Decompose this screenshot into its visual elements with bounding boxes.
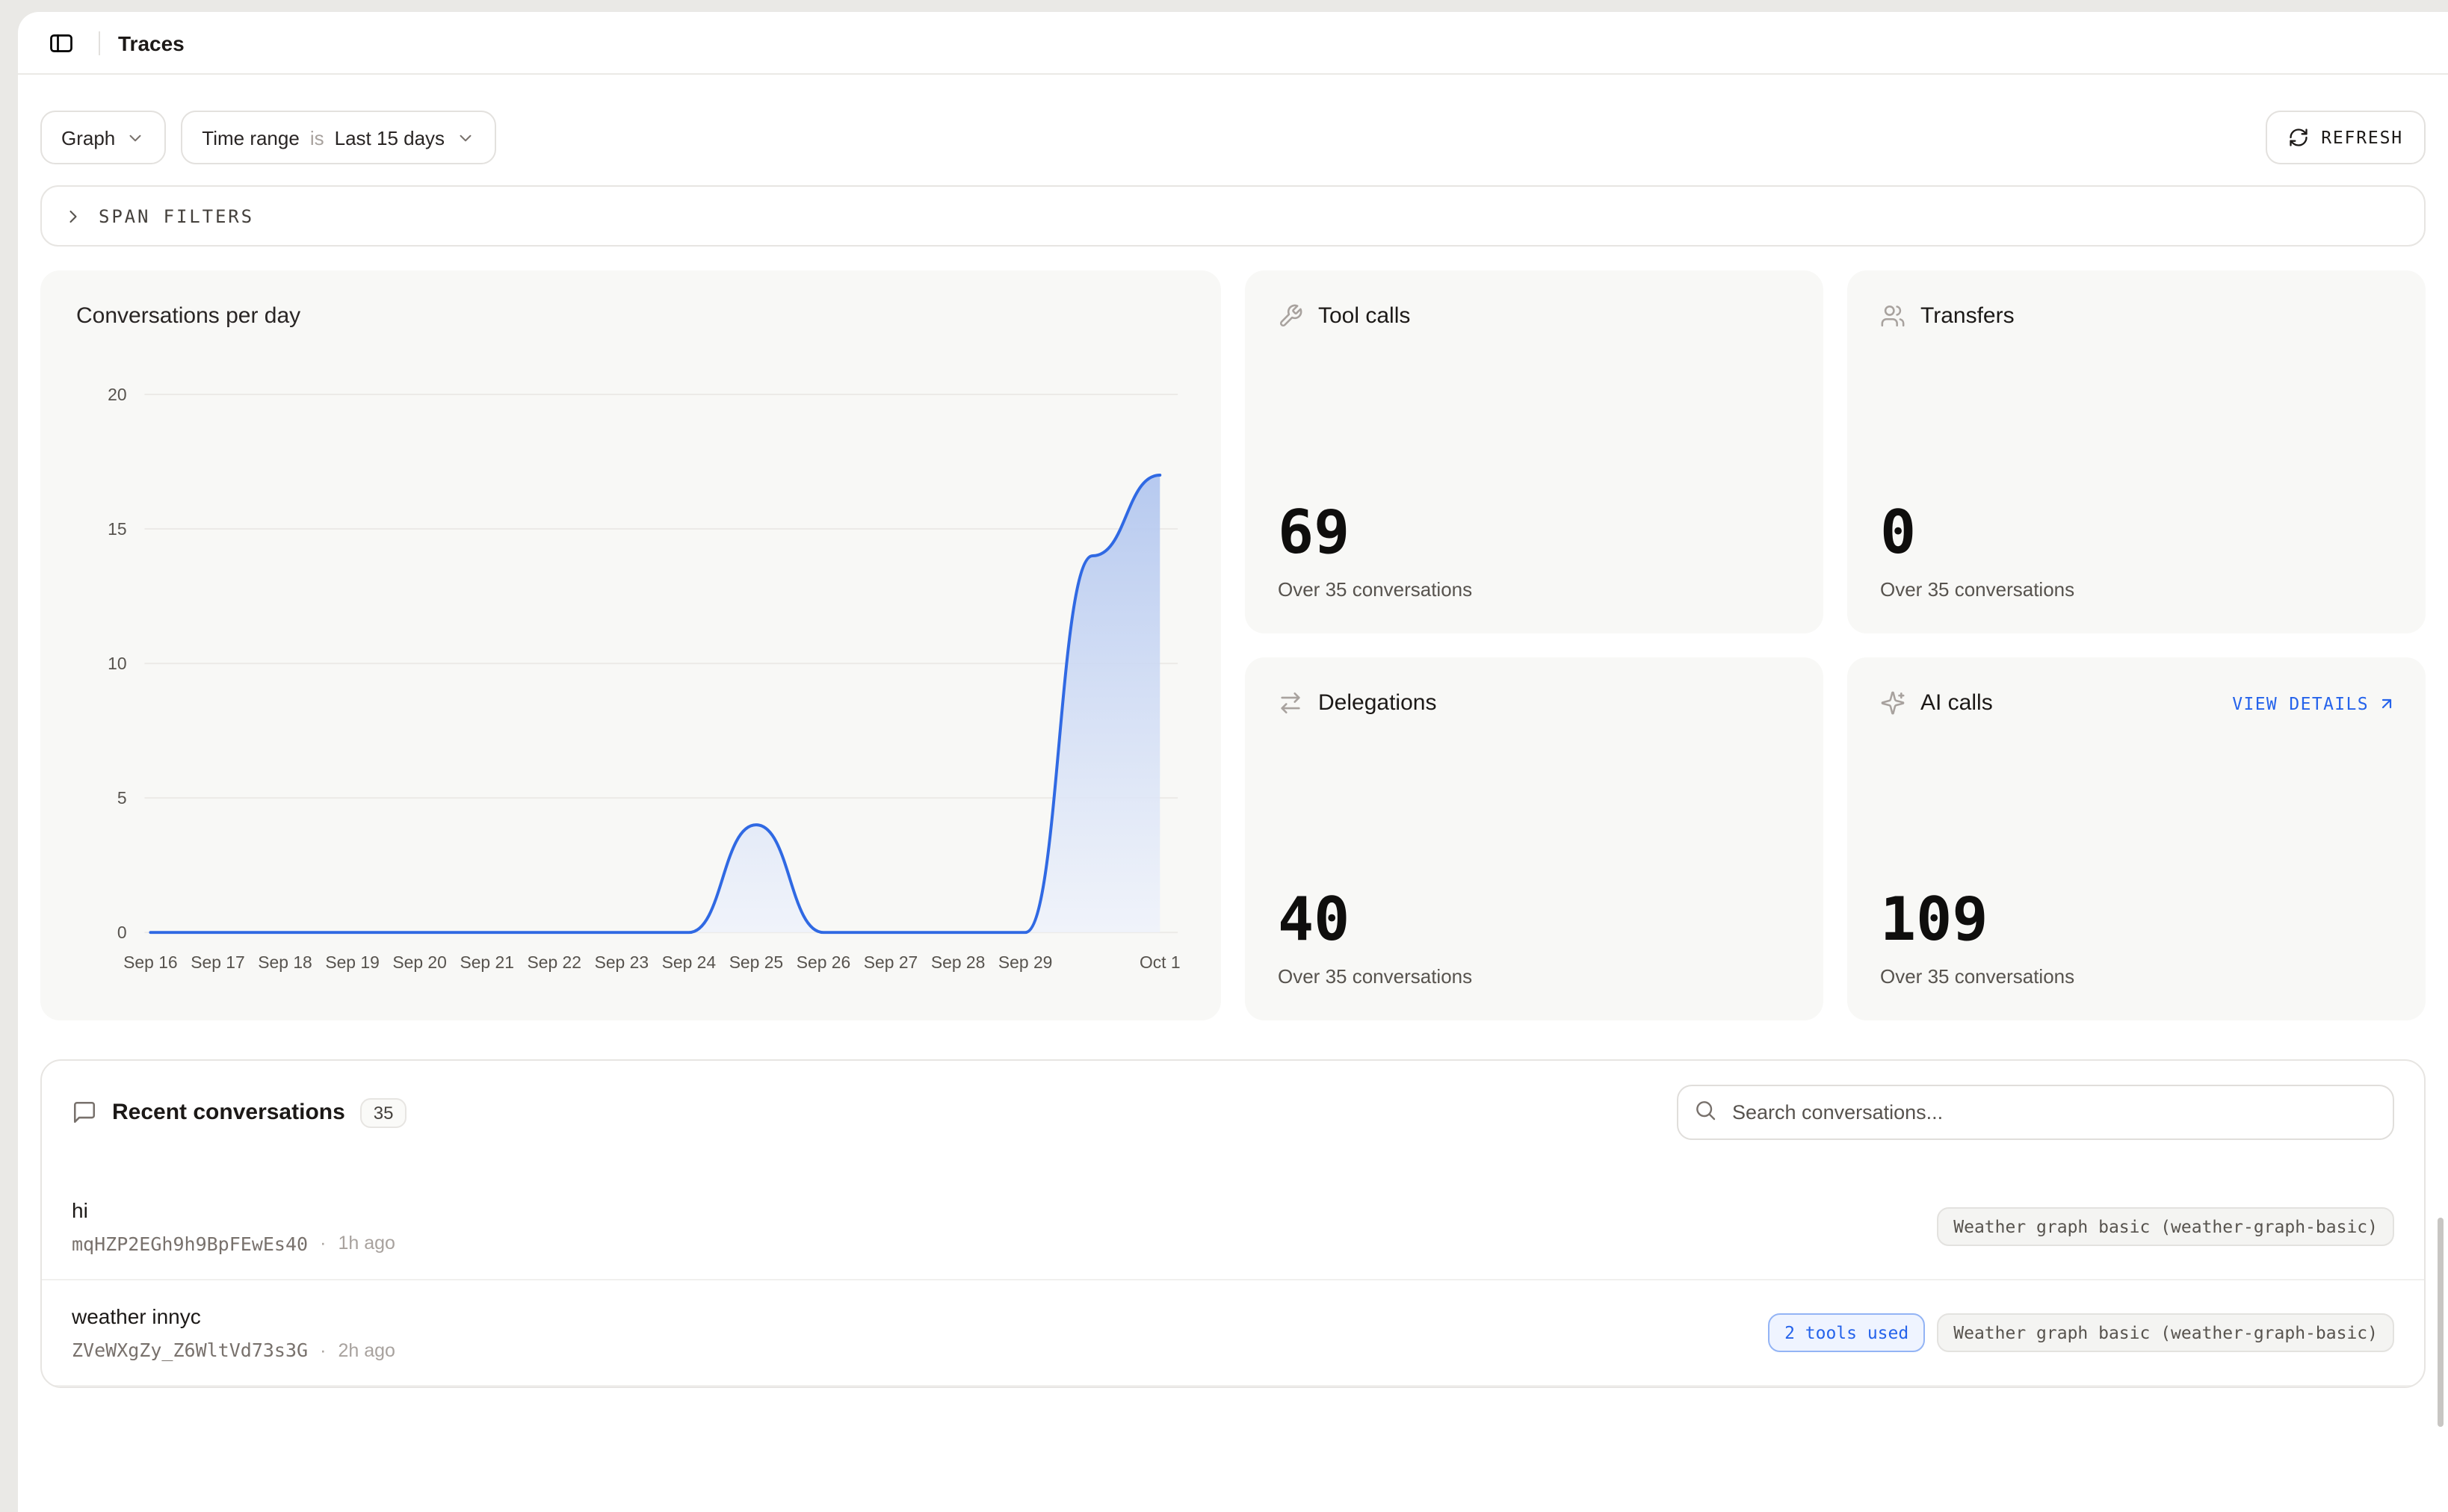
time-range-operator: is — [310, 126, 324, 149]
stat-card-delegations: Delegations 40 Over 35 conversations — [1245, 657, 1823, 1020]
conversations-chart-card: Conversations per day 0 5 10 15 20 Sep 16 Sep … — [40, 270, 1221, 1020]
time-range-label: Time range — [202, 126, 300, 149]
conversation-time: 2h ago — [338, 1339, 395, 1360]
dashboard-grid: Conversations per day 0 5 10 15 20 Sep 16 Sep … — [40, 270, 2426, 1020]
meta-separator: · — [320, 1339, 326, 1360]
svg-text:Sep 22: Sep 22 — [528, 952, 581, 972]
conversation-id: ZVeWXgZy_Z6WltVd73s3G — [72, 1339, 308, 1361]
span-filters-toggle[interactable]: SPAN FILTERS — [40, 185, 2426, 247]
svg-text:Sep 18: Sep 18 — [258, 952, 312, 972]
users-icon — [1880, 303, 1905, 329]
arrow-up-right-icon — [2378, 694, 2396, 712]
conversation-row[interactable]: weather innyc ZVeWXgZy_Z6WltVd73s3G · 2h ag… — [42, 1279, 2424, 1385]
agent-badge: Weather graph basic (weather-graph-basic… — [1937, 1313, 2394, 1352]
filter-row: Graph Time range is Last 15 days REFRESH — [18, 75, 2448, 164]
stat-title: AI calls — [1920, 690, 2217, 716]
stat-title: Tool calls — [1318, 303, 1793, 329]
conversation-time: 1h ago — [338, 1233, 395, 1254]
svg-text:5: 5 — [117, 788, 127, 808]
conversations-chart-svg: 0 5 10 15 20 Sep 16 Sep 17 Sep 18 Sep 19 Sep 20 Se… — [67, 344, 1197, 1008]
stat-subtitle: Over 35 conversations — [1880, 578, 2396, 601]
stat-card-transfers: Transfers 0 Over 35 conversations — [1847, 270, 2426, 633]
refresh-icon — [2288, 127, 2309, 148]
svg-text:Sep 28: Sep 28 — [931, 952, 985, 972]
stat-subtitle: Over 35 conversations — [1880, 965, 2396, 988]
conversation-list: hi mqHZP2EGh9h9BpFEwEs40 · 1h ago Weather gr… — [42, 1173, 2424, 1386]
sparkles-icon — [1880, 690, 1905, 716]
stat-subtitle: Over 35 conversations — [1278, 965, 1793, 988]
svg-text:15: 15 — [108, 519, 126, 539]
wrench-icon — [1278, 303, 1303, 329]
time-range-value: Last 15 days — [335, 126, 445, 149]
conversation-title: hi — [72, 1197, 395, 1221]
chevron-down-icon — [126, 128, 145, 147]
svg-text:Sep 29: Sep 29 — [998, 952, 1052, 972]
stat-value: 109 — [1880, 890, 2396, 950]
stat-grid: Tool calls 69 Over 35 conversations Tran… — [1245, 270, 2426, 1020]
swap-arrows-icon — [1278, 690, 1303, 716]
chat-bubble-icon — [72, 1100, 97, 1125]
view-details-label: VIEW DETAILS — [2232, 693, 2369, 713]
stat-value: 69 — [1278, 504, 1793, 563]
conversation-id: mqHZP2EGh9h9BpFEwEs40 — [72, 1232, 308, 1254]
time-range-filter-button[interactable]: Time range is Last 15 days — [181, 111, 495, 164]
svg-text:10: 10 — [108, 654, 126, 673]
conversation-title: weather innyc — [72, 1304, 395, 1328]
span-filters-label: SPAN FILTERS — [99, 205, 254, 226]
stat-subtitle: Over 35 conversations — [1278, 578, 1793, 601]
conversation-row[interactable]: hi mqHZP2EGh9h9BpFEwEs40 · 1h ago Weather gr… — [42, 1173, 2424, 1279]
panel-left-icon — [48, 29, 75, 56]
agent-badge: Weather graph basic (weather-graph-basic… — [1937, 1206, 2394, 1245]
stat-card-ai-calls: AI calls VIEW DETAILS 109 Over 35 conver… — [1847, 657, 2426, 1020]
svg-text:Sep 16: Sep 16 — [123, 952, 177, 972]
conversation-count-badge: 35 — [360, 1097, 407, 1127]
meta-separator: · — [320, 1233, 326, 1254]
search-conversations-input[interactable] — [1677, 1085, 2394, 1140]
search-icon — [1693, 1098, 1717, 1130]
app-panel: Traces Graph Time range is Last 15 days … — [18, 12, 2448, 1512]
stat-card-tool-calls: Tool calls 69 Over 35 conversations — [1245, 270, 1823, 633]
chevron-down-icon — [455, 128, 475, 147]
page-title: Traces — [118, 31, 185, 55]
svg-text:Sep 25: Sep 25 — [729, 952, 783, 972]
tools-used-badge: 2 tools used — [1768, 1313, 1925, 1352]
svg-text:Sep 24: Sep 24 — [662, 952, 717, 972]
graph-dropdown-label: Graph — [61, 126, 115, 149]
stat-value: 0 — [1880, 504, 2396, 563]
stat-value: 40 — [1278, 890, 1793, 950]
sidebar-toggle-button[interactable] — [42, 23, 81, 62]
chart-title: Conversations per day — [76, 303, 1197, 329]
stat-title: Delegations — [1318, 690, 1793, 716]
recent-conversations-card: Recent conversations 35 hi mqHZP2EGh9h9Bp… — [40, 1059, 2426, 1388]
header-divider — [99, 31, 100, 55]
recent-conversations-header: Recent conversations 35 — [42, 1061, 2424, 1173]
graph-dropdown-button[interactable]: Graph — [40, 111, 166, 164]
svg-text:Sep 17: Sep 17 — [191, 952, 244, 972]
recent-conversations-title: Recent conversations — [112, 1100, 345, 1125]
conversations-chart: 0 5 10 15 20 Sep 16 Sep 17 Sep 18 Sep 19 Sep 20 Se… — [67, 344, 1197, 1008]
svg-text:Sep 23: Sep 23 — [595, 952, 649, 972]
svg-text:Sep 26: Sep 26 — [797, 952, 850, 972]
chevron-right-icon — [63, 205, 84, 226]
view-details-link[interactable]: VIEW DETAILS — [2232, 693, 2396, 713]
svg-text:0: 0 — [117, 923, 127, 942]
svg-text:Sep 27: Sep 27 — [864, 952, 918, 972]
top-bar: Traces — [18, 12, 2448, 75]
refresh-button-label: REFRESH — [2321, 127, 2403, 148]
svg-text:Sep 21: Sep 21 — [460, 952, 513, 972]
svg-text:Sep 19: Sep 19 — [325, 952, 379, 972]
refresh-button[interactable]: REFRESH — [2266, 111, 2426, 164]
svg-text:20: 20 — [108, 385, 126, 404]
svg-text:Oct 1: Oct 1 — [1140, 952, 1181, 972]
vertical-scrollbar-thumb[interactable] — [2438, 1218, 2444, 1427]
svg-text:Sep 20: Sep 20 — [392, 952, 446, 972]
stat-title: Transfers — [1920, 303, 2396, 329]
